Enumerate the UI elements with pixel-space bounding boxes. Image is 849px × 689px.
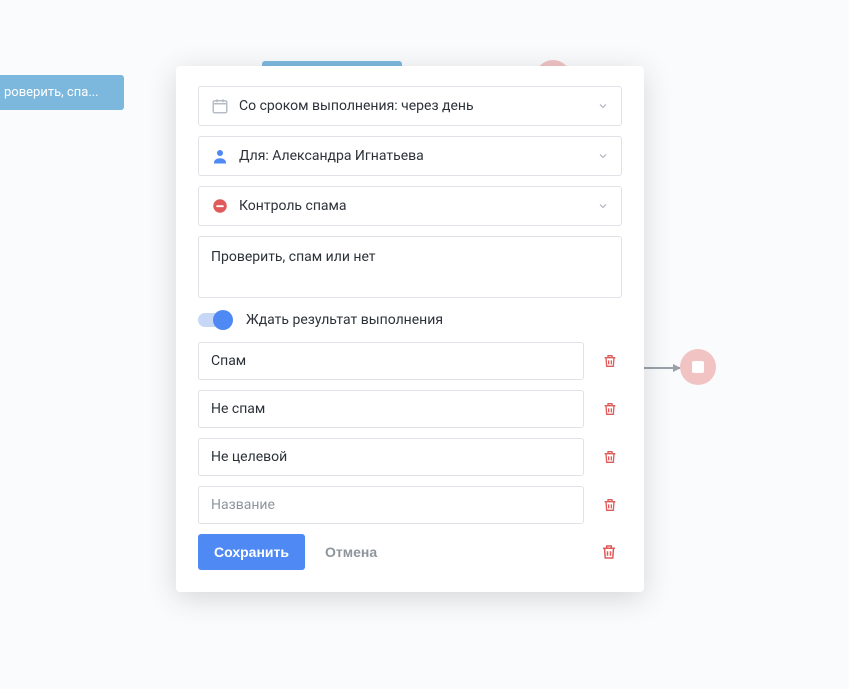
result-input[interactable] [198,438,584,476]
delete-result-button[interactable] [598,349,622,373]
assignee-label: Для: Александра Игнатьева [239,148,424,164]
new-result-input[interactable] [198,486,584,524]
modal-footer: Сохранить Отмена [198,534,622,570]
deadline-select[interactable]: Со сроком выполнения: через день [198,86,622,126]
assignee-select[interactable]: Для: Александра Игнатьева [198,136,622,176]
stop-icon [692,361,704,373]
deadline-label: Со сроком выполнения: через день [239,98,474,114]
result-input[interactable] [198,390,584,428]
delete-task-button[interactable] [596,539,622,565]
wait-result-toggle[interactable] [198,313,232,327]
wait-result-row: Ждать результат выполнения [198,312,622,328]
delete-result-button[interactable] [598,493,622,517]
cancel-button[interactable]: Отмена [321,536,381,568]
result-row [198,390,622,428]
save-button[interactable]: Сохранить [198,534,305,570]
user-icon [211,147,229,165]
task-editor-modal: Со сроком выполнения: через день Для: Ал… [176,66,644,592]
delete-result-button[interactable] [598,397,622,421]
result-row [198,438,622,476]
new-result-row [198,486,622,524]
delete-result-button[interactable] [598,445,622,469]
flow-end-node-right [680,349,716,385]
description-textarea[interactable] [198,236,622,298]
flow-node-left-label: роверить, спа... [4,85,99,100]
category-label: Контроль спама [239,198,347,214]
chevron-down-icon [597,150,609,162]
flow-node-left: роверить, спа... [0,75,124,110]
result-input[interactable] [198,342,584,380]
flow-arrow [644,367,680,369]
calendar-icon [211,97,229,115]
chevron-down-icon [597,200,609,212]
category-select[interactable]: Контроль спама [198,186,622,226]
minus-circle-icon [211,197,229,215]
chevron-down-icon [597,100,609,112]
result-row [198,342,622,380]
wait-result-label: Ждать результат выполнения [246,312,443,328]
